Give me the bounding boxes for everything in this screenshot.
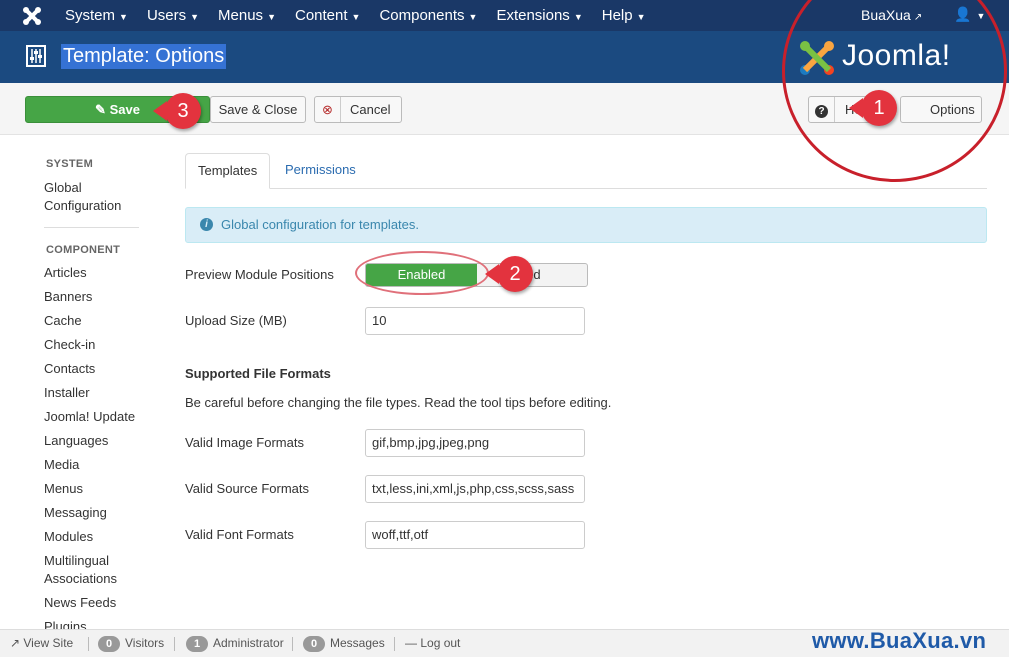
source-formats-input[interactable]: txt,less,ini,xml,js,php,css,scss,sass <box>365 475 585 503</box>
sidebar-item-configuration[interactable]: Configuration <box>44 197 121 215</box>
menu-components[interactable]: Components ▼ <box>379 7 477 24</box>
upload-label: Upload Size (MB) <box>185 313 287 328</box>
menu-content[interactable]: Content ▼ <box>295 7 360 24</box>
sidebar-item-media[interactable]: Media <box>44 456 79 474</box>
caret-down-icon: ▼ <box>468 12 478 22</box>
menu-help[interactable]: Help ▼ <box>602 7 646 24</box>
page-title: Template: Options <box>61 44 227 69</box>
sidebar-item-checkin[interactable]: Check-in <box>44 336 95 354</box>
tab-templates[interactable]: Templates <box>185 153 271 189</box>
watermark: www.BuaXua.vn <box>812 628 987 653</box>
section-title: Supported File Formats <box>185 366 331 381</box>
caret-down-icon: ▼ <box>119 12 128 22</box>
status-divider <box>394 637 395 651</box>
sidebar-item-messaging[interactable]: Messaging <box>44 504 107 522</box>
sidebar-heading-component: COMPONENT <box>46 244 121 256</box>
admin-badge: 1 <box>186 636 208 652</box>
info-icon: i <box>200 218 213 231</box>
font-formats-label: Valid Font Formats <box>185 527 294 542</box>
sidebar-divider <box>44 227 139 228</box>
info-alert: i Global configuration for templates. <box>185 207 987 243</box>
sidebar-item-global[interactable]: Global <box>44 179 82 197</box>
edit-icon: ✎ <box>95 102 110 117</box>
sidebar-item-articles[interactable]: Articles <box>44 264 87 282</box>
source-formats-label: Valid Source Formats <box>185 481 310 496</box>
sidebar-item-menus[interactable]: Menus <box>44 480 83 498</box>
joomla-logo-icon[interactable] <box>22 6 42 26</box>
sidebar-item-installer[interactable]: Installer <box>44 384 90 402</box>
messages-badge: 0 <box>303 636 325 652</box>
preview-label: Preview Module Positions <box>185 267 334 282</box>
sidebar-item-languages[interactable]: Languages <box>44 432 108 450</box>
image-formats-input[interactable]: gif,bmp,jpg,jpeg,png <box>365 429 585 457</box>
logout-link[interactable]: — Log out <box>405 636 460 650</box>
messages-status[interactable]: 0 Messages <box>303 636 385 652</box>
menu-menus[interactable]: Menus ▼ <box>218 7 276 24</box>
sidebar-item-news-feeds[interactable]: News Feeds <box>44 594 116 612</box>
caret-down-icon: ▼ <box>190 12 200 22</box>
status-divider <box>88 637 89 651</box>
external-link-icon: ↗ <box>10 636 24 650</box>
caret-down-icon: ▼ <box>573 12 583 22</box>
caret-down-icon: ▼ <box>267 12 276 22</box>
sidebar-item-multilingual[interactable]: Multilingual <box>44 552 109 570</box>
step-marker-2: 2 <box>485 256 533 292</box>
sidebar-item-contacts[interactable]: Contacts <box>44 360 95 378</box>
sidebar-heading-system: SYSTEM <box>46 158 94 170</box>
admin-status[interactable]: 1 Administrator <box>186 636 284 652</box>
sliders-icon <box>26 45 46 67</box>
highlight-ring <box>355 251 489 295</box>
caret-down-icon: ▼ <box>351 12 361 22</box>
main-menu: System ▼ Users ▼ Menus ▼ Content ▼ Component… <box>65 0 665 31</box>
sidebar-item-joomla-update[interactable]: Joomla! Update <box>44 408 135 426</box>
visitors-badge: 0 <box>98 636 120 652</box>
sidebar-item-cache[interactable]: Cache <box>44 312 82 330</box>
sidebar-item-associations[interactable]: Associations <box>44 570 117 588</box>
caret-down-icon: ▼ <box>636 12 646 22</box>
sidebar-item-modules[interactable]: Modules <box>44 528 93 546</box>
minus-icon: — <box>405 636 421 650</box>
menu-users[interactable]: Users ▼ <box>147 7 199 24</box>
status-divider <box>292 637 293 651</box>
step-marker-1: 1 <box>849 90 897 126</box>
cancel-icon: ⊗ <box>315 97 341 122</box>
upload-size-input[interactable]: 10 <box>365 307 585 335</box>
save-close-button[interactable]: Save & Close <box>210 96 306 123</box>
menu-system[interactable]: System ▼ <box>65 7 128 24</box>
image-formats-label: Valid Image Formats <box>185 435 304 450</box>
view-site-link[interactable]: ↗ View Site <box>10 636 73 650</box>
status-divider <box>174 637 175 651</box>
cancel-button[interactable]: ⊗ Cancel <box>314 96 402 123</box>
visitors-status[interactable]: 0 Visitors <box>98 636 164 652</box>
font-formats-input[interactable]: woff,ttf,otf <box>365 521 585 549</box>
sidebar-item-banners[interactable]: Banners <box>44 288 92 306</box>
step-marker-3: 3 <box>153 93 201 129</box>
menu-extensions[interactable]: Extensions ▼ <box>496 7 582 24</box>
section-description: Be careful before changing the file type… <box>185 395 612 410</box>
tab-permissions[interactable]: Permissions <box>273 153 368 189</box>
